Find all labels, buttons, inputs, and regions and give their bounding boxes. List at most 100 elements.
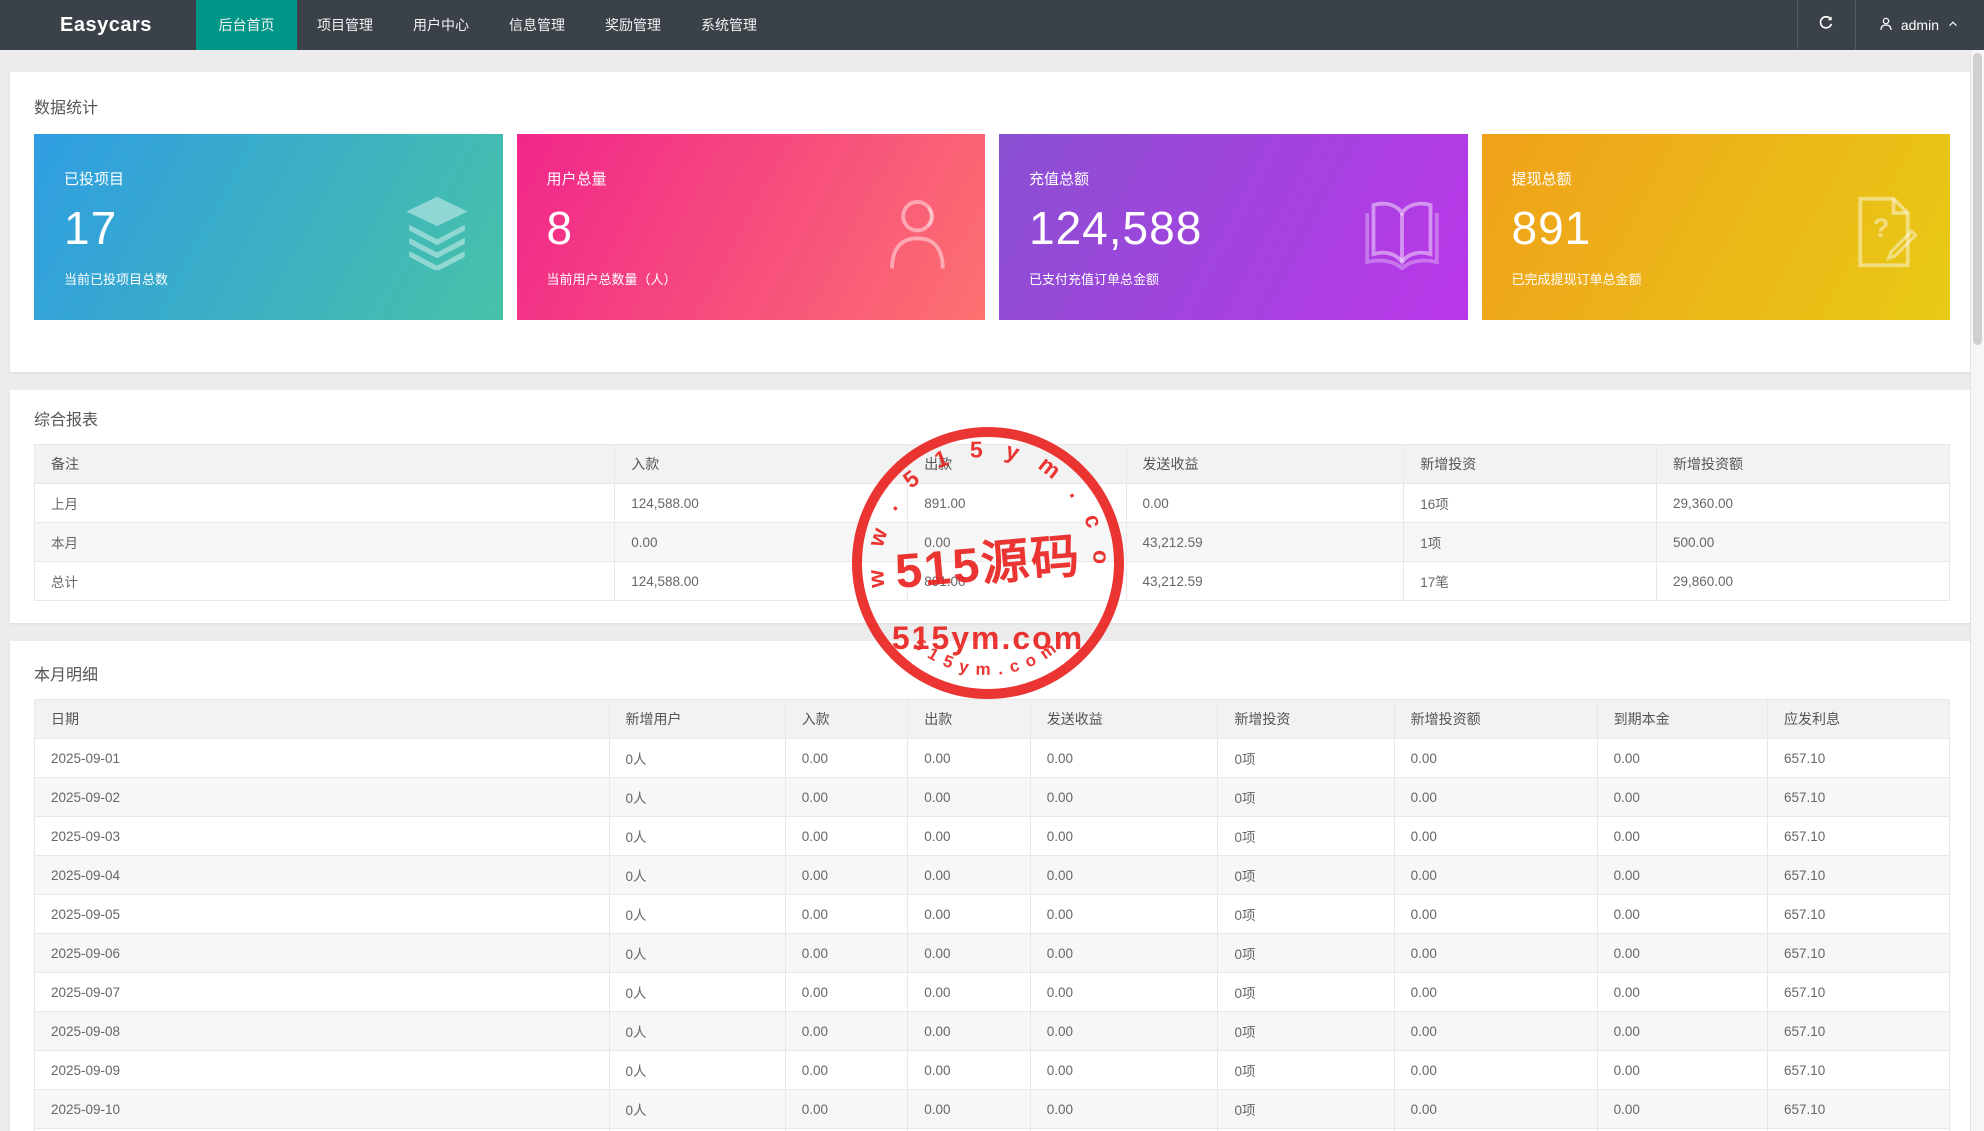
table-cell: 0.00 bbox=[1393, 1089, 1598, 1129]
table-cell: 0项 bbox=[1217, 855, 1395, 895]
table-cell: 2025-09-03 bbox=[34, 816, 610, 856]
table-cell: 0.00 bbox=[1596, 933, 1769, 973]
table-cell: 124,588.00 bbox=[614, 483, 909, 523]
nav-tab-info[interactable]: 信息管理 bbox=[489, 0, 585, 50]
card-label: 用户总量 bbox=[546, 171, 607, 188]
table-cell: 总计 bbox=[33, 561, 616, 601]
table-cell: 0.00 bbox=[907, 816, 1031, 856]
user-menu-button[interactable]: admin bbox=[1854, 0, 1984, 50]
table-cell: 0.00 bbox=[1125, 483, 1405, 523]
table-cell: 0项 bbox=[1217, 972, 1395, 1012]
stats-panel: 数据统计 已投项目 17 当前已投项目总数 用户总量 8 当前用户总数量（人） … bbox=[10, 72, 1974, 372]
chevron-up-icon bbox=[1946, 17, 1960, 34]
table-cell: 0项 bbox=[1217, 816, 1395, 856]
table-header-row: 日期 新增用户 入款 出款 发送收益 新增投资 新增投资额 到期本金 应发利息 bbox=[34, 699, 1950, 739]
detail-panel-title: 本月明细 bbox=[34, 667, 99, 684]
user-icon bbox=[1878, 16, 1894, 35]
table-cell: 0.00 bbox=[1393, 777, 1598, 817]
column-header: 日期 bbox=[34, 699, 610, 739]
table-row: 2025-09-09 0人 0.00 0.00 0.00 0项 0.00 0.00 657.10 bbox=[34, 1050, 1950, 1090]
column-header: 出款 bbox=[907, 699, 1031, 739]
table-cell: 0.00 bbox=[1393, 933, 1598, 973]
table-cell: 0.00 bbox=[1393, 1011, 1598, 1051]
table-cell: 0.00 bbox=[1596, 777, 1769, 817]
table-row: 2025-09-07 0人 0.00 0.00 0.00 0项 0.00 0.00 657.10 bbox=[34, 972, 1950, 1012]
table-cell: 0.00 bbox=[1596, 972, 1769, 1012]
nav-tab-dashboard[interactable]: 后台首页 bbox=[196, 0, 297, 50]
table-cell: 0.00 bbox=[1029, 1089, 1219, 1129]
column-header: 入款 bbox=[784, 699, 909, 739]
detail-table: 日期 新增用户 入款 出款 发送收益 新增投资 新增投资额 到期本金 应发利息 … bbox=[34, 699, 1950, 1131]
table-cell: 0.00 bbox=[1393, 1050, 1598, 1090]
table-cell: 2025-09-09 bbox=[34, 1050, 610, 1090]
table-cell: 657.10 bbox=[1767, 816, 1950, 856]
table-cell: 0.00 bbox=[1029, 972, 1219, 1012]
nav-tab-projects[interactable]: 项目管理 bbox=[297, 0, 393, 50]
table-cell: 657.10 bbox=[1767, 855, 1950, 895]
table-row: 2025-09-03 0人 0.00 0.00 0.00 0项 0.00 0.00 657.10 bbox=[34, 816, 1950, 856]
table-row: 2025-09-02 0人 0.00 0.00 0.00 0项 0.00 0.00 657.10 bbox=[34, 777, 1950, 817]
refresh-button[interactable] bbox=[1796, 0, 1855, 50]
table-cell: 657.10 bbox=[1767, 1089, 1950, 1129]
table-cell: 0人 bbox=[608, 894, 786, 934]
nav-tab-users[interactable]: 用户中心 bbox=[393, 0, 489, 50]
table-cell: 0.00 bbox=[907, 1089, 1031, 1129]
table-row: 上月 124,588.00 891.00 0.00 16项 29,360.00 bbox=[33, 483, 1951, 523]
table-cell: 124,588.00 bbox=[614, 561, 909, 601]
card-caption: 当前用户总数量（人） bbox=[546, 272, 677, 287]
table-row: 总计 124,588.00 891.00 43,212.59 17笔 29,860.00 bbox=[33, 561, 1951, 601]
table-cell: 0人 bbox=[608, 1050, 786, 1090]
app-logo: Easycars bbox=[60, 13, 152, 36]
table-cell: 0项 bbox=[1217, 738, 1395, 778]
table-cell: 657.10 bbox=[1767, 777, 1950, 817]
table-cell: 2025-09-10 bbox=[34, 1089, 610, 1129]
table-cell: 0.00 bbox=[907, 1011, 1031, 1051]
table-cell: 0.00 bbox=[1393, 816, 1598, 856]
table-cell: 0.00 bbox=[907, 972, 1031, 1012]
stats-panel-title: 数据统计 bbox=[34, 100, 99, 117]
nav-tab-rewards[interactable]: 奖励管理 bbox=[585, 0, 681, 50]
table-cell: 43,212.59 bbox=[1125, 522, 1405, 562]
card-caption: 已完成提现订单总金额 bbox=[1511, 272, 1642, 287]
table-cell: 2025-09-06 bbox=[34, 933, 610, 973]
table-cell: 0.00 bbox=[784, 1050, 909, 1090]
table-cell: 657.10 bbox=[1767, 1050, 1950, 1090]
table-cell: 500.00 bbox=[1655, 522, 1951, 562]
table-cell: 0.00 bbox=[1596, 1050, 1769, 1090]
table-cell: 0.00 bbox=[1029, 738, 1219, 778]
card-label: 提现总额 bbox=[1511, 171, 1572, 188]
table-cell: 0.00 bbox=[1596, 894, 1769, 934]
stat-card-total-users[interactable]: 用户总量 8 当前用户总数量（人） bbox=[516, 134, 985, 320]
column-header: 入款 bbox=[614, 444, 909, 484]
refresh-icon bbox=[1817, 14, 1835, 37]
column-header: 新增用户 bbox=[608, 699, 786, 739]
table-cell: 43,212.59 bbox=[1125, 561, 1405, 601]
navbar-right: admin bbox=[1796, 0, 1984, 50]
stat-card-total-withdraw[interactable]: 提现总额 891 已完成提现订单总金额 ? bbox=[1481, 134, 1950, 320]
card-caption: 已支付充值订单总金额 bbox=[1029, 272, 1160, 287]
table-cell: 0人 bbox=[608, 1089, 786, 1129]
table-cell: 0.00 bbox=[1029, 933, 1219, 973]
table-row: 2025-09-01 0人 0.00 0.00 0.00 0项 0.00 0.00 657.10 bbox=[34, 738, 1950, 778]
scrollbar-thumb[interactable] bbox=[1973, 53, 1982, 345]
table-cell: 0.00 bbox=[1029, 777, 1219, 817]
table-cell: 1项 bbox=[1403, 522, 1657, 562]
table-cell: 0项 bbox=[1217, 894, 1395, 934]
table-cell: 0.00 bbox=[907, 933, 1031, 973]
table-cell: 0.00 bbox=[1029, 1050, 1219, 1090]
report-panel: 综合报表 备注 入款 出款 发送收益 新增投资 新增投资额 上月 124,588… bbox=[10, 390, 1974, 623]
table-cell: 0项 bbox=[1217, 933, 1395, 973]
nav-tab-system[interactable]: 系统管理 bbox=[681, 0, 777, 50]
table-cell: 0.00 bbox=[784, 816, 909, 856]
table-row: 2025-09-10 0人 0.00 0.00 0.00 0项 0.00 0.00 657.10 bbox=[34, 1089, 1950, 1129]
table-cell: 0人 bbox=[608, 1011, 786, 1051]
stat-card-invested-projects[interactable]: 已投项目 17 当前已投项目总数 bbox=[34, 134, 503, 320]
table-row: 2025-09-05 0人 0.00 0.00 0.00 0项 0.00 0.00 657.10 bbox=[34, 894, 1950, 934]
table-cell: 2025-09-01 bbox=[34, 738, 610, 778]
stat-card-total-recharge[interactable]: 充值总额 124,588 已支付充值订单总金额 bbox=[999, 134, 1468, 320]
table-cell: 0.00 bbox=[784, 738, 909, 778]
table-cell: 657.10 bbox=[1767, 738, 1950, 778]
table-cell: 0.00 bbox=[784, 1011, 909, 1051]
table-cell: 0.00 bbox=[1596, 855, 1769, 895]
vertical-scrollbar[interactable] bbox=[1970, 50, 1984, 1131]
